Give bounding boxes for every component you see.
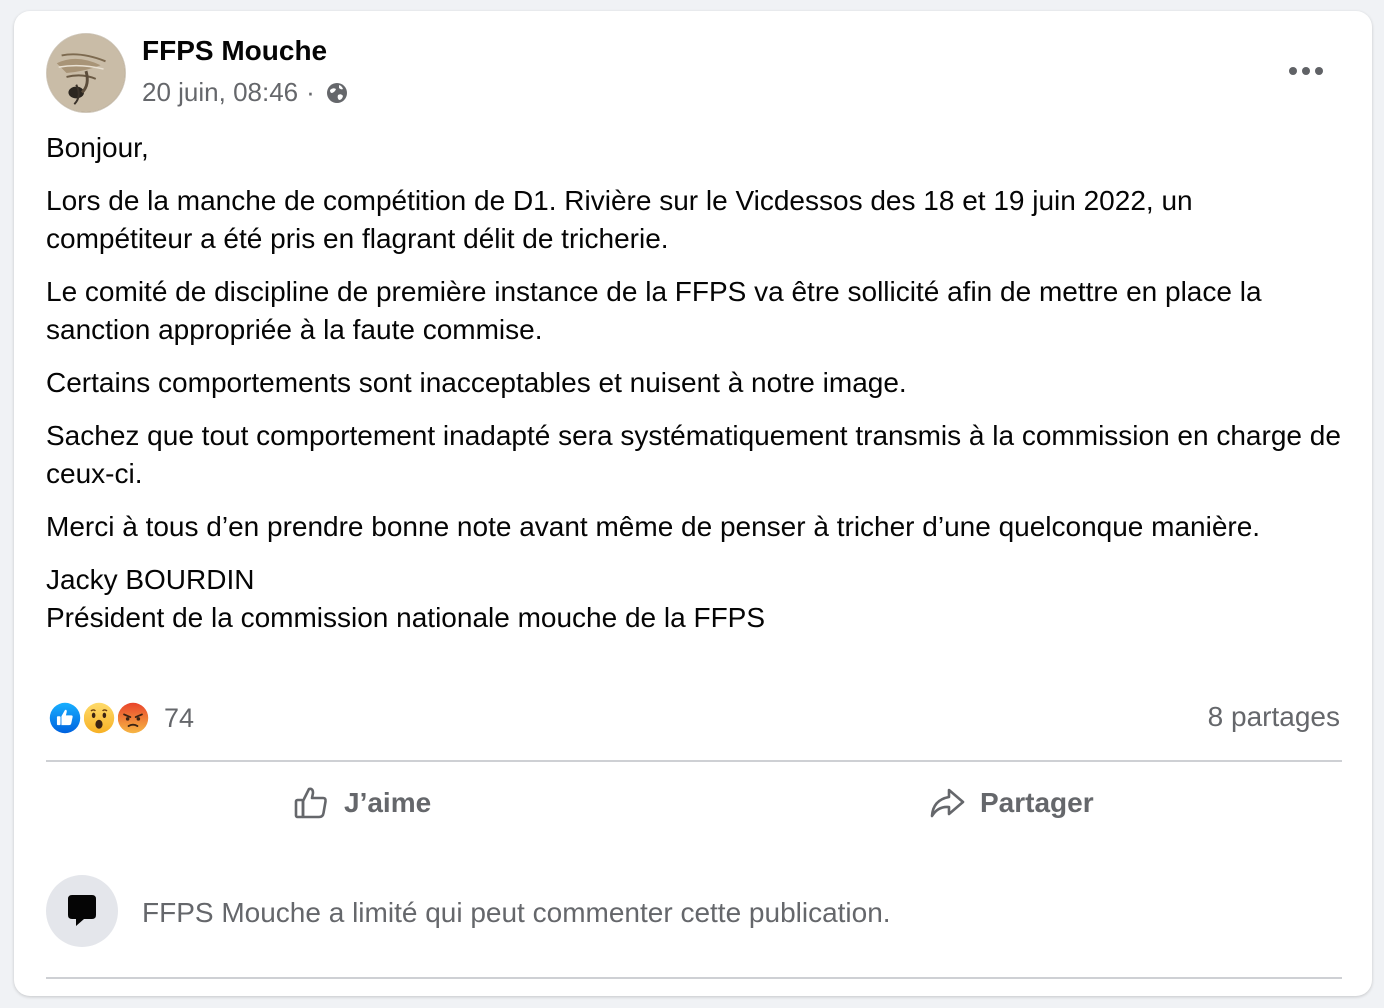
post-paragraph: Lors de la manche de compétition de D1. … xyxy=(46,185,1193,254)
post-paragraph: Le comité de discipline de première inst… xyxy=(46,276,1262,345)
like-reaction-icon xyxy=(46,699,84,737)
thumbs-up-icon xyxy=(294,787,327,819)
share-count[interactable]: 8 partages xyxy=(1208,701,1340,733)
meta-separator: · xyxy=(306,77,315,107)
more-options-icon[interactable] xyxy=(1282,55,1330,87)
post-signature: Jacky BOURDIN Président de la commission… xyxy=(46,564,766,633)
reaction-count[interactable]: 74 xyxy=(164,703,194,734)
wow-reaction-icon xyxy=(80,699,118,737)
post-paragraph: Sachez que tout comportement inadapté se… xyxy=(46,420,1341,489)
actions-divider-top xyxy=(46,760,1342,762)
angry-reaction-icon xyxy=(114,699,152,737)
post-body: Bonjour, Lors de la manche de compétitio… xyxy=(46,129,1346,652)
post-timestamp[interactable]: 20 juin, 08:46 xyxy=(142,77,298,108)
comments-divider-bottom xyxy=(46,977,1342,979)
comment-restriction-notice: FFPS Mouche a limité qui peut commenter … xyxy=(142,897,891,928)
post-card: FFPS Mouche 20 juin, 08:46 · Bonjour, Lo… xyxy=(14,11,1372,996)
globe-icon[interactable] xyxy=(325,81,349,105)
like-button[interactable]: J’aime xyxy=(292,777,431,829)
fly-lure-image xyxy=(47,34,125,112)
author-name[interactable]: FFPS Mouche xyxy=(142,35,327,67)
share-label: Partager xyxy=(980,787,1094,818)
post-paragraph: Merci à tous d’en prendre bonne note ava… xyxy=(46,511,1261,542)
post-paragraph: Bonjour, xyxy=(46,132,149,163)
share-arrow-icon xyxy=(930,788,965,818)
like-label: J’aime xyxy=(344,787,432,818)
post-meta: 20 juin, 08:46 · xyxy=(142,77,349,108)
page-avatar[interactable] xyxy=(46,33,126,113)
share-button[interactable]: Partager xyxy=(928,777,1094,829)
reactions-summary[interactable]: 74 xyxy=(46,699,194,737)
post-paragraph: Certains comportements sont inacceptable… xyxy=(46,367,907,398)
comment-restricted-icon xyxy=(46,875,118,947)
